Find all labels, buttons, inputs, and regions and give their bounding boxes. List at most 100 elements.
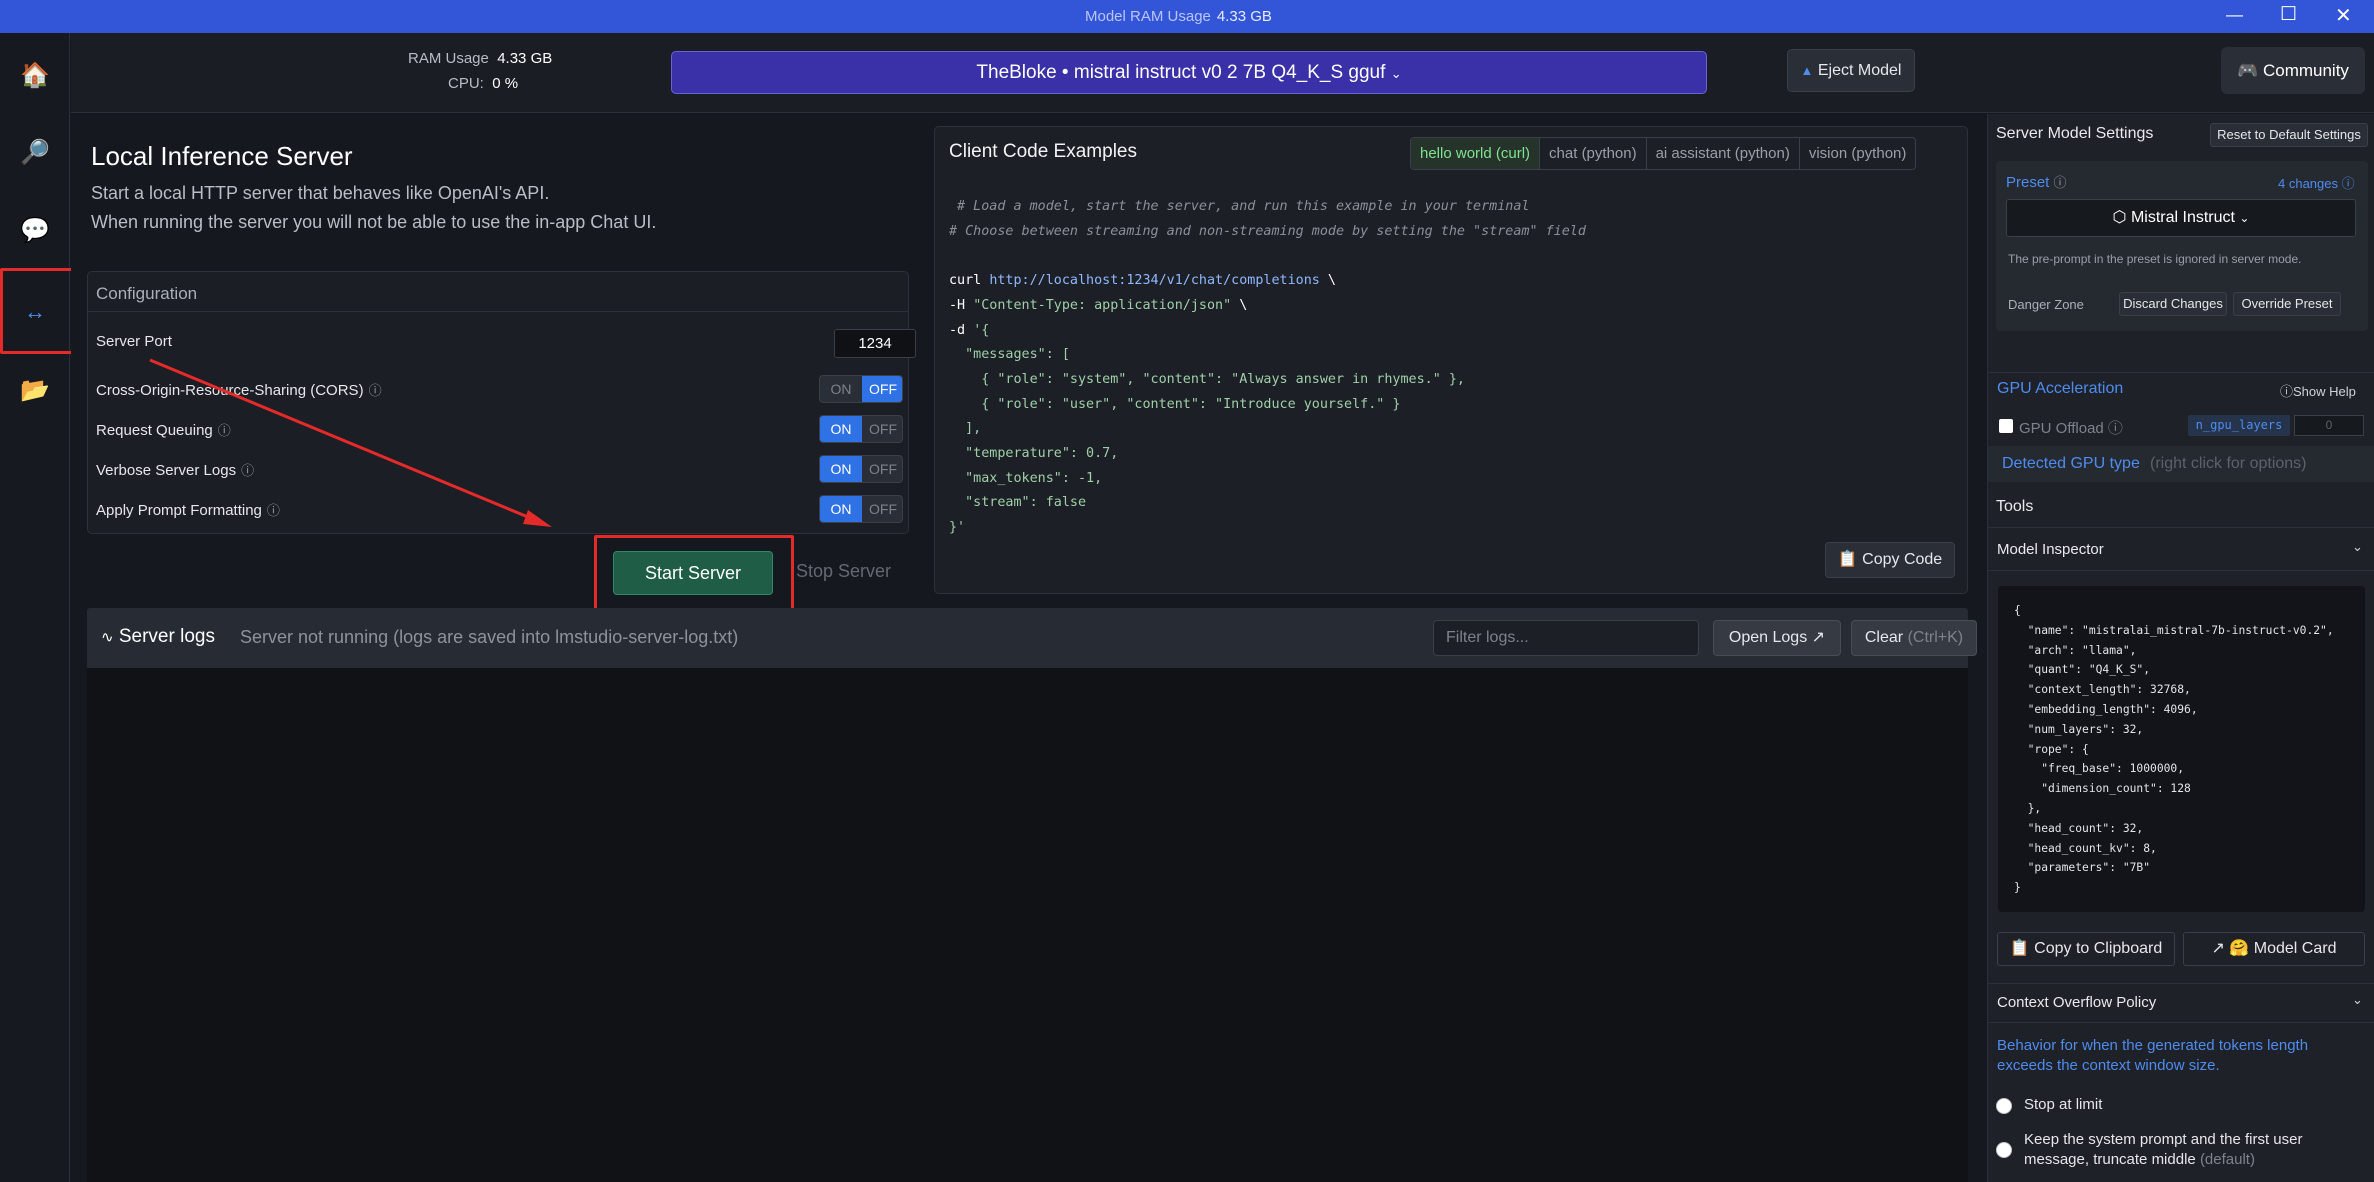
default-hint: (default) xyxy=(2199,1151,2255,1168)
tab-chat-python[interactable]: chat (python) xyxy=(1540,138,1647,169)
code-token: '{ xyxy=(973,322,990,338)
code-line: }' xyxy=(949,520,966,536)
folder-icon[interactable]: 📂 xyxy=(17,373,53,409)
n-gpu-layers-badge: n_gpu_layers xyxy=(2188,415,2290,436)
toggle-off[interactable]: OFF xyxy=(862,376,902,402)
eject-model-button[interactable]: ▲ Eject Model xyxy=(1787,49,1915,92)
toggle-on[interactable]: ON xyxy=(820,456,862,482)
server-port-label: Server Port xyxy=(96,333,172,350)
info-icon[interactable]: ⓘ xyxy=(369,383,382,398)
code-tabs: hello world (curl) chat (python) ai assi… xyxy=(1410,137,1917,170)
toggle-on[interactable]: ON xyxy=(820,496,862,522)
show-help-button[interactable]: ⓘShow Help xyxy=(2280,381,2356,400)
settings-title: Server Model Settings xyxy=(1996,125,2154,142)
stop-at-limit-radio[interactable] xyxy=(1996,1098,2012,1114)
page-description-1: Start a local HTTP server that behaves l… xyxy=(91,183,550,203)
copy-code-button[interactable]: 📋 Copy Code xyxy=(1825,542,1955,578)
code-line: # Choose between streaming and non-strea… xyxy=(949,223,1586,239)
model-inspector-json[interactable]: { "name": "mistralai_mistral-7b-instruct… xyxy=(1998,586,2365,912)
code-token: "Content-Type: application/json" xyxy=(973,297,1232,313)
code-line: "messages": [ xyxy=(949,347,1070,363)
toggle-off[interactable]: OFF xyxy=(862,496,902,522)
changes-count[interactable]: 4 changes ⓘ xyxy=(2278,173,2355,192)
code-token: -d xyxy=(949,322,974,338)
filter-logs-input[interactable]: Filter logs... xyxy=(1433,620,1699,656)
chevron-down-icon: ⌄ xyxy=(2239,211,2250,225)
discord-icon: 🎮 xyxy=(2237,61,2259,80)
cpu-usage: CPU: 0 % xyxy=(448,75,519,92)
maximize-icon[interactable]: ☐ xyxy=(2280,3,2297,26)
eject-icon: ▲ xyxy=(1800,63,1814,78)
code-line: "temperature": 0.7, xyxy=(949,446,1119,462)
model-card-button[interactable]: ↗ 🤗 Model Card xyxy=(2183,932,2365,966)
clear-logs-button[interactable]: Clear (Ctrl+K) xyxy=(1851,620,1977,656)
model-inspector-header[interactable]: Model Inspector xyxy=(1997,541,2104,558)
open-logs-button[interactable]: Open Logs ↗ xyxy=(1713,620,1841,656)
toggle-on[interactable]: ON xyxy=(820,416,862,442)
reset-defaults-button[interactable]: Reset to Default Settings xyxy=(2210,123,2368,147)
search-icon[interactable]: 🔎 xyxy=(17,135,53,171)
title-ram-label: Model RAM Usage xyxy=(1085,8,1211,25)
toggle-on[interactable]: ON xyxy=(820,376,862,402)
info-icon[interactable]: ⓘ xyxy=(218,423,231,438)
code-token: http://localhost:1234/v1/chat/completion… xyxy=(989,273,1320,289)
cors-row: Cross-Origin-Resource-Sharing (CORS) ⓘ ON… xyxy=(96,375,903,405)
info-icon[interactable]: ⓘ xyxy=(2054,175,2067,190)
tab-vision-python[interactable]: vision (python) xyxy=(1800,138,1916,169)
cors-toggle[interactable]: ON OFF xyxy=(819,375,903,403)
prompt-formatting-toggle[interactable]: ON OFF xyxy=(819,495,903,523)
gpu-offload-checkbox[interactable] xyxy=(1999,419,2013,433)
stop-server-button[interactable]: Stop Server xyxy=(796,561,891,582)
minimize-icon[interactable]: — xyxy=(2226,5,2243,25)
left-nav-rail: 🏠 🔎 💬 ↔ 📂 xyxy=(0,33,70,1182)
tab-hello-world-curl[interactable]: hello world (curl) xyxy=(1411,138,1541,169)
info-icon[interactable]: ⓘ xyxy=(241,463,254,478)
main-panel: Local Inference Server Start a local HTT… xyxy=(71,114,1986,1182)
home-icon[interactable]: 🏠 xyxy=(17,58,53,94)
verbose-logs-label: Verbose Server Logs ⓘ xyxy=(96,462,255,479)
server-logs-header: ∿ Server logs Server not running (logs a… xyxy=(87,608,1977,668)
code-line: { "role": "system", "content": "Always a… xyxy=(949,371,1465,387)
code-line: # Load a model, start the server, and ru… xyxy=(949,199,1530,214)
verbose-logs-toggle[interactable]: ON OFF xyxy=(819,455,903,483)
chevron-down-icon[interactable]: ⌄ xyxy=(2352,992,2363,1008)
chevron-down-icon: ⌄ xyxy=(1390,66,1402,81)
code-examples-title: Client Code Examples xyxy=(949,141,1137,162)
discard-changes-button[interactable]: Discard Changes xyxy=(2119,292,2227,316)
title-bar: Model RAM Usage 4.33 GB — ☐ ✕ xyxy=(0,0,2374,33)
gpu-offload-label: GPU Offload ⓘ xyxy=(2019,420,2123,437)
detected-gpu-label: Detected GPU type xyxy=(2002,455,2140,472)
model-selector[interactable]: TheBloke • mistral instruct v0 2 7B Q4_K… xyxy=(671,51,1707,94)
context-overflow-header[interactable]: Context Overflow Policy xyxy=(1997,994,2156,1011)
title-ram-value: 4.33 GB xyxy=(1216,8,1272,25)
tab-ai-assistant-python[interactable]: ai assistant (python) xyxy=(1647,138,1800,169)
chevron-down-icon[interactable]: ⌄ xyxy=(2352,539,2363,555)
n-gpu-layers-input[interactable]: 0 xyxy=(2294,415,2364,436)
toggle-off[interactable]: OFF xyxy=(862,456,902,482)
client-code-examples: Client Code Examples hello world (curl) … xyxy=(934,126,1968,594)
toggle-off[interactable]: OFF xyxy=(862,416,902,442)
server-port-input[interactable]: 1234 xyxy=(834,329,916,358)
start-server-button[interactable]: Start Server xyxy=(613,551,773,595)
cube-icon: ⬡ xyxy=(2112,209,2127,226)
external-link-icon: ↗ xyxy=(2211,940,2225,957)
request-queuing-toggle[interactable]: ON OFF xyxy=(819,415,903,443)
clipboard-icon: 📋 xyxy=(2009,940,2030,957)
detected-gpu-row[interactable]: Detected GPU type (right click for optio… xyxy=(1988,446,2374,482)
preset-selector[interactable]: ⬡ Mistral Instruct ⌄ xyxy=(2006,199,2356,237)
truncate-middle-radio[interactable] xyxy=(1996,1142,2012,1158)
page-title: Local Inference Server xyxy=(91,141,353,171)
server-logs-area[interactable] xyxy=(87,668,1968,1182)
copy-to-clipboard-button[interactable]: 📋 Copy to Clipboard xyxy=(1997,932,2175,966)
chat-icon[interactable]: 💬 xyxy=(17,213,53,249)
close-icon[interactable]: ✕ xyxy=(2335,3,2352,28)
code-block[interactable]: # Load a model, start the server, and ru… xyxy=(949,195,1586,541)
override-preset-button[interactable]: Override Preset xyxy=(2233,292,2341,316)
ram-usage: RAM Usage 4.33 GB xyxy=(408,50,553,67)
context-overflow-description: Behavior for when the generated tokens l… xyxy=(1997,1037,2309,1074)
info-icon[interactable]: ⓘ xyxy=(267,503,280,518)
community-button[interactable]: 🎮 Community xyxy=(2221,47,2365,94)
danger-zone-label: Danger Zone xyxy=(2008,297,2084,312)
configuration-panel: Configuration Server Port 1234 Cross-Ori… xyxy=(87,271,916,534)
prompt-formatting-label: Apply Prompt Formatting ⓘ xyxy=(96,502,280,519)
